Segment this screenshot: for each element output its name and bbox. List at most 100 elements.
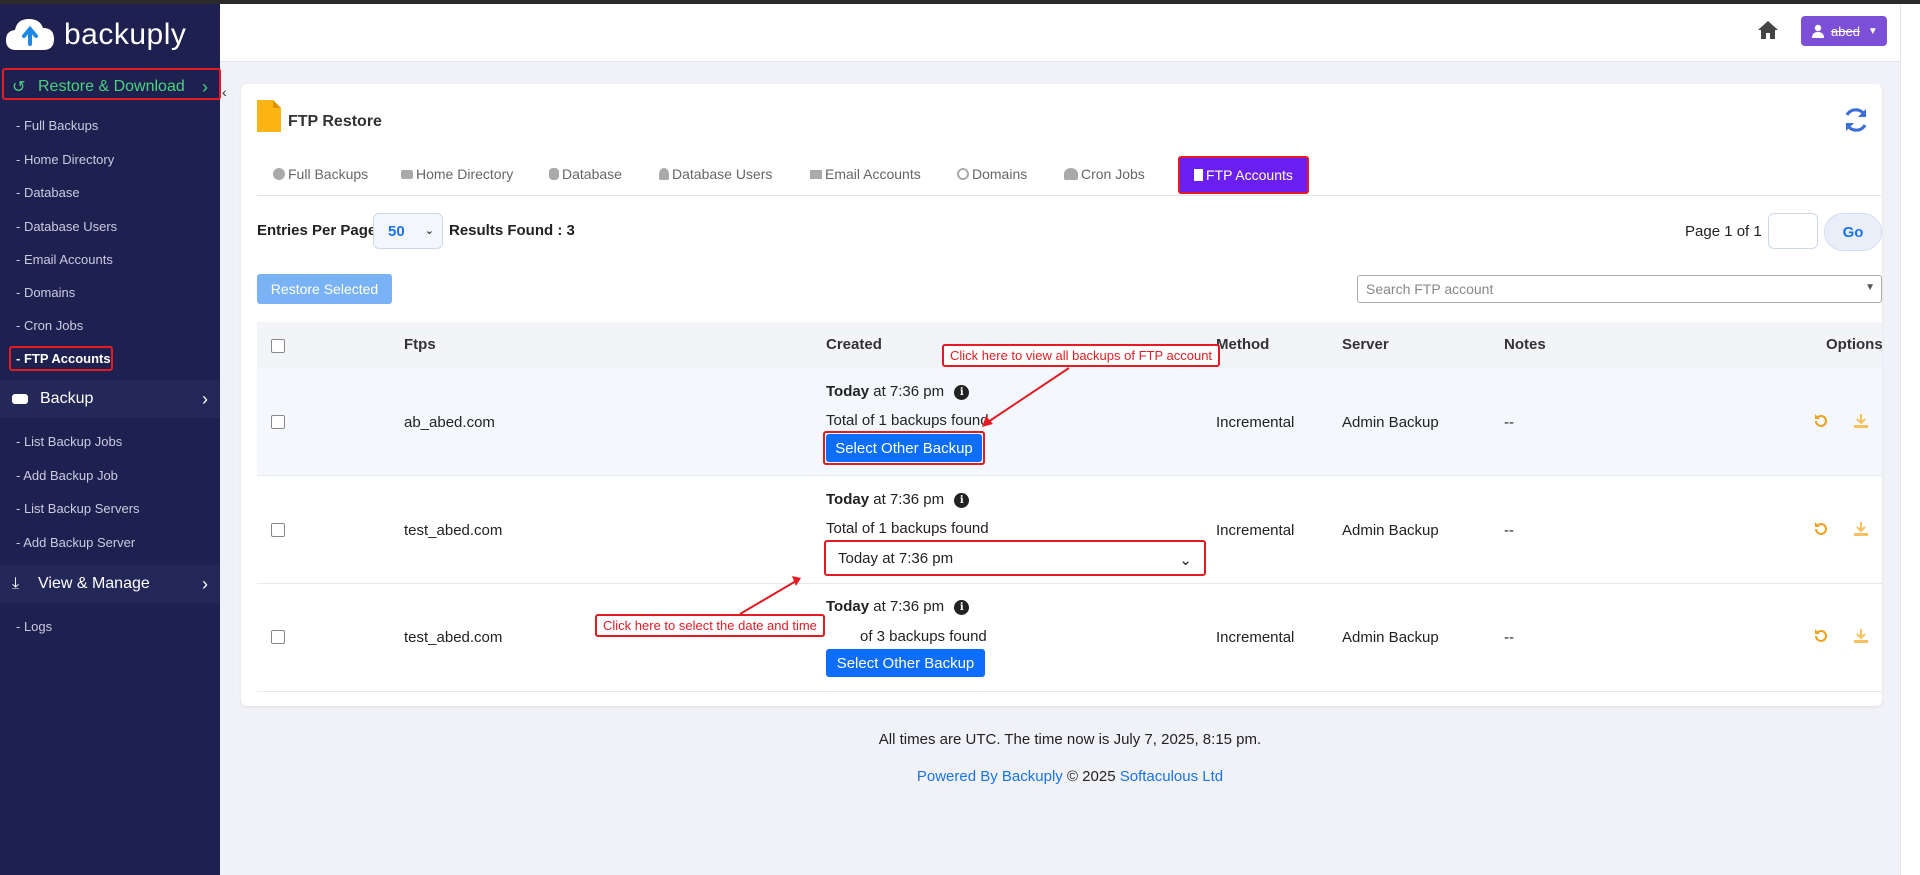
callout-view-all-backups: Click here to view all backups of FTP ac… [942,344,1221,367]
ftp-account-name: test_abed.com [404,522,503,539]
method: Incremental [1216,629,1295,646]
tab-database[interactable]: Database [549,166,622,182]
company-link[interactable]: Softaculous Ltd [1120,768,1223,785]
sidebar-item-add-backup-server[interactable]: - Add Backup Server [16,535,135,550]
select-other-backup-button[interactable]: Select Other Backup [826,649,985,677]
row-checkbox[interactable] [271,630,285,644]
sidebar-item-list-backup-servers[interactable]: - List Backup Servers [16,501,140,516]
sidebar-item-email-accounts[interactable]: - Email Accounts [16,252,113,267]
server: Admin Backup [1342,629,1439,646]
search-placeholder: Search FTP account [1366,281,1494,297]
sidebar-header-view-manage[interactable]: ⤓ View & Manage › [0,565,220,603]
created-today: Today [826,491,870,508]
restore-icon[interactable] [1812,412,1830,430]
row-checkbox[interactable] [271,523,285,537]
sidebar-item-home-directory[interactable]: - Home Directory [16,152,114,167]
selected-date: Today at 7:36 pm [838,549,954,567]
tab-label: Cron Jobs [1081,166,1145,182]
file-icon [1194,169,1203,181]
backup-date-select[interactable]: Today at 7:36 pm ⌄ [824,540,1206,576]
restore-icon[interactable] [1812,627,1830,645]
tab-home-directory[interactable]: Home Directory [401,166,513,182]
info-icon[interactable]: i [954,599,970,615]
hdd-icon [12,394,28,404]
entries-value: 50 [388,222,405,240]
sidebar-item-list-backup-jobs[interactable]: - List Backup Jobs [16,434,122,449]
download-icon[interactable] [1852,412,1870,430]
select-all-checkbox[interactable] [271,339,285,353]
sidebar-item-database[interactable]: - Database [16,185,80,200]
footer-credits: Powered By Backuply © 2025 Softaculous L… [0,768,1920,785]
user-icon [1812,24,1824,38]
callout-select-date-time: Click here to select the date and time [595,614,825,637]
method: Incremental [1216,522,1295,539]
restore-icon[interactable] [1812,520,1830,538]
highlight-ftp-accounts [9,346,113,371]
header-server: Server [1342,336,1389,353]
info-icon[interactable]: i [954,492,970,508]
info-icon[interactable]: i [954,384,970,400]
results-found: Results Found : 3 [449,222,575,239]
sidebar-header-label: View & Manage [38,575,150,592]
created-date: Today at 7:36 pm i [826,383,970,400]
refresh-icon[interactable] [1841,105,1871,135]
topbar [220,4,1900,62]
tab-email-accounts[interactable]: Email Accounts [810,166,921,182]
envelope-icon [810,169,822,179]
ftp-restore-card: FTP Restore Full Backups Home Directory … [241,84,1883,706]
tab-label: Database Users [672,166,773,182]
caret-down-icon: ▼ [1865,282,1875,293]
tab-domains[interactable]: Domains [957,166,1027,182]
tab-label: Full Backups [288,166,369,182]
created-date: Today at 7:36 pm i [826,491,970,508]
folder-icon [401,169,413,179]
ftp-account-name: test_abed.com [404,629,503,646]
download-icon[interactable] [1852,520,1870,538]
server: Admin Backup [1342,414,1439,431]
tab-label: Email Accounts [825,166,921,182]
tab-full-backups[interactable]: Full Backups [273,166,368,182]
entries-per-page-select[interactable]: 50 ⌄ [373,213,443,249]
sidebar-item-full-backups[interactable]: - Full Backups [16,118,98,133]
table-row: test_abed.com Today at 7:36 pm i of 3 ba… [257,584,1882,692]
sidebar-header-backup[interactable]: Backup › [0,380,220,418]
download-icon[interactable] [1852,627,1870,645]
collapse-sidebar-icon[interactable]: ‹ [222,84,227,100]
sidebar-item-database-users[interactable]: - Database Users [16,219,117,234]
sidebar-item-add-backup-job[interactable]: - Add Backup Job [16,468,118,483]
backups-count: Total of 1 backups found [826,412,989,429]
user-icon [659,168,669,180]
logo[interactable]: backuply [4,10,186,60]
page-info: Page 1 of 1 [1685,223,1762,240]
tab-label: FTP Accounts [1206,167,1293,183]
tabs: Full Backups Home Directory Database Dat… [257,156,1881,196]
user-menu-button[interactable]: abed ▼ [1801,16,1887,46]
globe-icon [957,168,969,180]
powered-by-link[interactable]: Powered By Backuply [917,768,1063,785]
home-icon[interactable] [1757,20,1779,40]
ftp-account-name: ab_abed.com [404,414,495,431]
restore-selected-button[interactable]: Restore Selected [257,274,392,304]
tab-cron-jobs[interactable]: Cron Jobs [1064,166,1145,182]
row-checkbox[interactable] [271,415,285,429]
entries-per-page-label: Entries Per Page [257,222,377,239]
user-name: abed [1831,23,1860,39]
database-icon [549,168,559,180]
tab-ftp-accounts[interactable]: FTP Accounts [1178,156,1309,194]
notes: -- [1504,522,1514,539]
file-icon [257,100,281,132]
tab-database-users[interactable]: Database Users [659,166,772,182]
header-notes: Notes [1504,336,1546,353]
search-ftp-select[interactable]: Search FTP account ▼ [1357,275,1882,303]
caret-down-icon: ▼ [1867,25,1878,37]
chevron-right-icon: › [202,389,208,409]
users-icon [273,168,285,180]
table-row: ab_abed.com Today at 7:36 pm i Total of … [257,368,1882,476]
go-button[interactable]: Go [1824,213,1882,251]
page-number-input[interactable] [1768,213,1818,249]
chevron-right-icon: › [202,574,208,594]
sidebar-item-domains[interactable]: - Domains [16,285,75,300]
sidebar-item-logs[interactable]: - Logs [16,619,52,634]
sidebar-item-cron-jobs[interactable]: - Cron Jobs [16,318,83,333]
footer-time-note: All times are UTC. The time now is July … [878,731,1262,748]
